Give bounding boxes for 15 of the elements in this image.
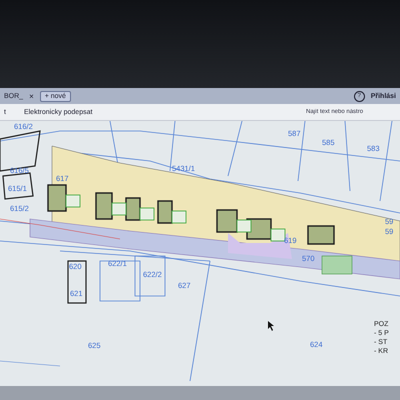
parking-area bbox=[270, 228, 286, 242]
house-footprint bbox=[125, 197, 141, 221]
house-footprint bbox=[307, 225, 335, 245]
parking-area bbox=[172, 210, 186, 224]
house-footprint bbox=[95, 192, 113, 220]
parking-area bbox=[236, 220, 252, 232]
house-footprint bbox=[47, 184, 67, 212]
parking-area bbox=[66, 194, 80, 208]
house-footprint bbox=[216, 209, 238, 233]
close-button[interactable]: × bbox=[29, 92, 34, 100]
parking-area bbox=[112, 202, 126, 216]
parking-area bbox=[140, 208, 154, 220]
building-outline bbox=[0, 130, 41, 200]
house-footprint bbox=[157, 200, 173, 224]
lawn-area bbox=[322, 256, 352, 274]
